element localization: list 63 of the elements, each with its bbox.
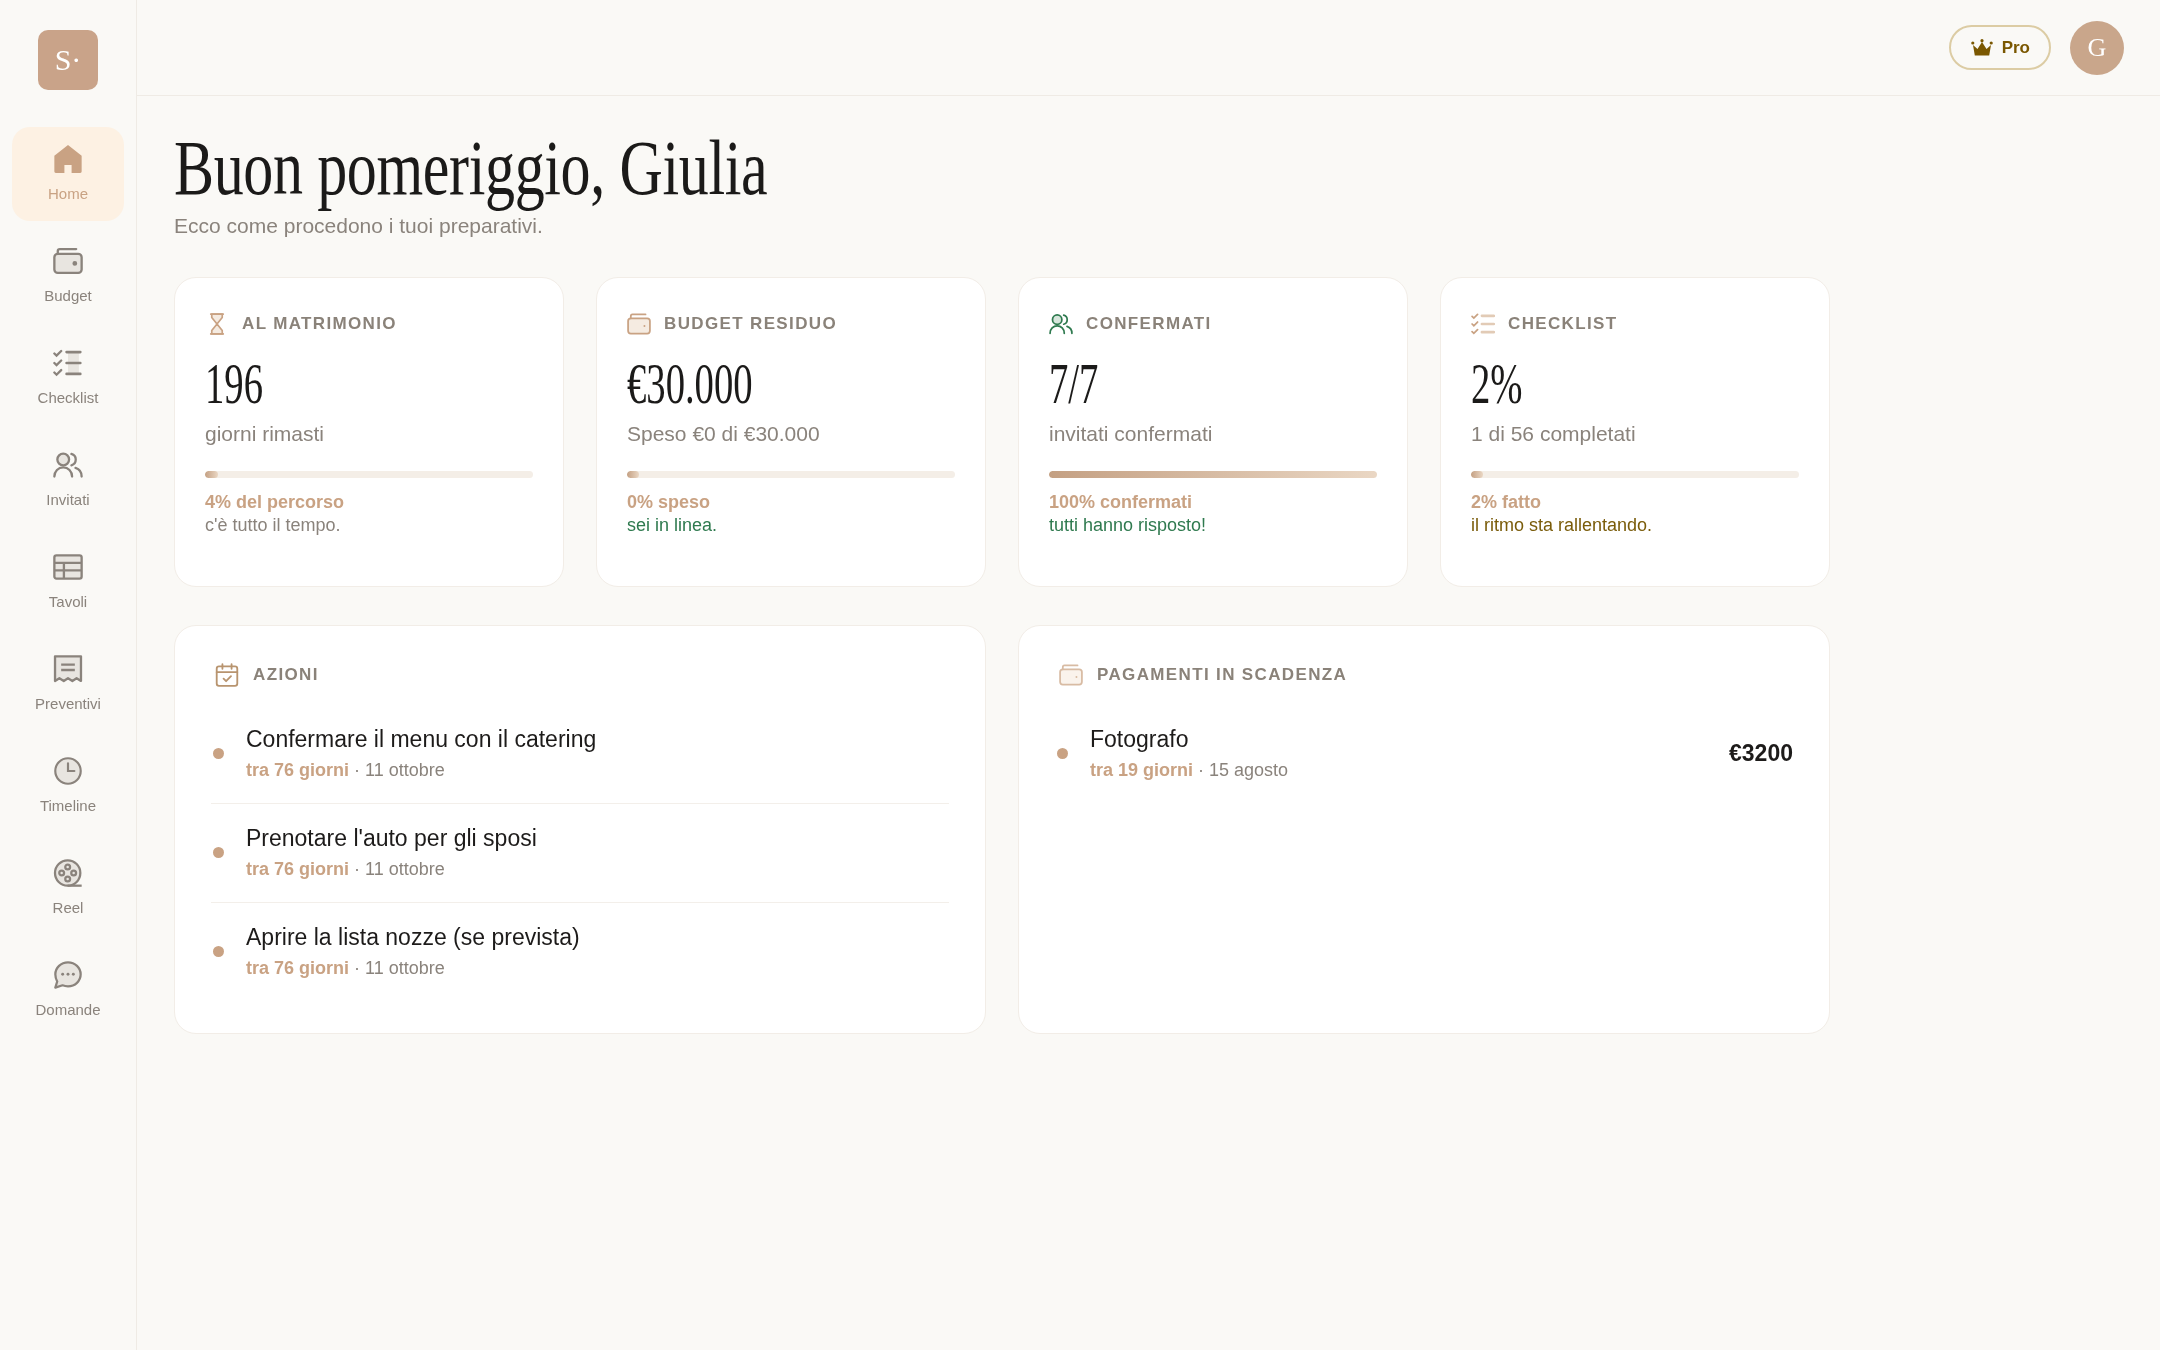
task-meta: tra 76 giorni · 11 ottobre — [246, 759, 445, 782]
sidebar-item[interactable]: Invitati — [12, 433, 124, 527]
page-subtitle: Ecco come procedono i tuoi preparativi. — [174, 213, 544, 239]
card-label: CHECKLIST — [1508, 314, 1618, 334]
stat-value: €30.000 — [627, 356, 753, 412]
pro-button[interactable]: Pro — [1948, 25, 2051, 70]
app-logo: S· — [38, 30, 98, 90]
status-note: tutti hanno risposto! — [1049, 514, 1207, 537]
task-title[interactable]: Confermare il menu con il catering — [246, 724, 597, 754]
home-icon — [53, 145, 83, 173]
card-label: BUDGET RESIDUO — [664, 314, 837, 334]
stat-value: 196 — [205, 356, 263, 412]
stat-value: 7/7 — [1049, 356, 1099, 412]
wallet-icon — [1059, 663, 1083, 687]
sidebar-item[interactable]: Tavoli — [12, 535, 124, 629]
task-title[interactable]: Aprire la lista nozze (se prevista) — [246, 922, 580, 952]
card-label: AL MATRIMONIO — [242, 314, 397, 334]
stat-caption: invitati confermati — [1049, 421, 1213, 447]
card-label: CONFERMATI — [1086, 314, 1212, 334]
clock-icon — [53, 757, 83, 785]
task-meta: tra 76 giorni · 11 ottobre — [246, 957, 445, 980]
payment-title[interactable]: Fotografo — [1090, 724, 1189, 754]
people-icon — [1049, 313, 1073, 335]
stat-caption: 1 di 56 completati — [1471, 421, 1636, 447]
payment-amount: €3200 — [1729, 739, 1793, 767]
dot-icon — [1057, 747, 1068, 759]
wallet-icon — [627, 313, 651, 335]
sidebar-item[interactable]: Domande — [12, 943, 124, 1037]
progress-label: 2% fatto — [1471, 491, 1541, 513]
dot-icon — [213, 747, 224, 759]
task-title[interactable]: Prenotare l'auto per gli sposi — [246, 823, 537, 853]
dot-icon — [213, 846, 224, 858]
stat-caption: giorni rimasti — [205, 421, 325, 447]
chat-bubble-icon — [53, 961, 83, 989]
progress-label: 0% speso — [627, 491, 711, 513]
receipt-icon — [53, 655, 83, 683]
wallet-icon — [53, 247, 83, 275]
sidebar-item[interactable]: Reel — [12, 841, 124, 935]
stat-caption: Speso €0 di €30.000 — [627, 421, 820, 447]
section-title: AZIONI — [253, 665, 319, 685]
status-note: sei in linea. — [627, 514, 718, 537]
calendar-check-icon — [215, 663, 239, 687]
sidebar-item[interactable]: Checklist — [12, 331, 124, 425]
sidebar-item[interactable]: Home — [12, 127, 124, 221]
progress-label: 100% confermati — [1049, 491, 1193, 513]
status-note: il ritmo sta rallentando. — [1471, 514, 1653, 537]
checklist-icon — [53, 349, 83, 377]
progress-label: 4% del percorso — [205, 491, 345, 513]
sidebar-item[interactable]: Preventivi — [12, 637, 124, 731]
status-note: c'è tutto il tempo. — [205, 514, 341, 537]
film-reel-icon — [53, 859, 83, 887]
table-icon — [53, 553, 83, 581]
dot-icon — [213, 945, 224, 957]
payment-meta: tra 19 giorni · 15 agosto — [1090, 759, 1289, 782]
sidebar-item[interactable]: Timeline — [12, 739, 124, 833]
section-title: PAGAMENTI IN SCADENZA — [1097, 665, 1348, 685]
crown-icon — [1970, 39, 1993, 56]
checklist-icon — [1471, 313, 1495, 335]
user-avatar[interactable]: G — [2070, 20, 2124, 75]
sidebar-item[interactable]: Budget — [12, 229, 124, 323]
stat-value: 2% — [1471, 356, 1523, 412]
task-meta: tra 76 giorni · 11 ottobre — [246, 858, 445, 881]
people-icon — [53, 451, 83, 479]
